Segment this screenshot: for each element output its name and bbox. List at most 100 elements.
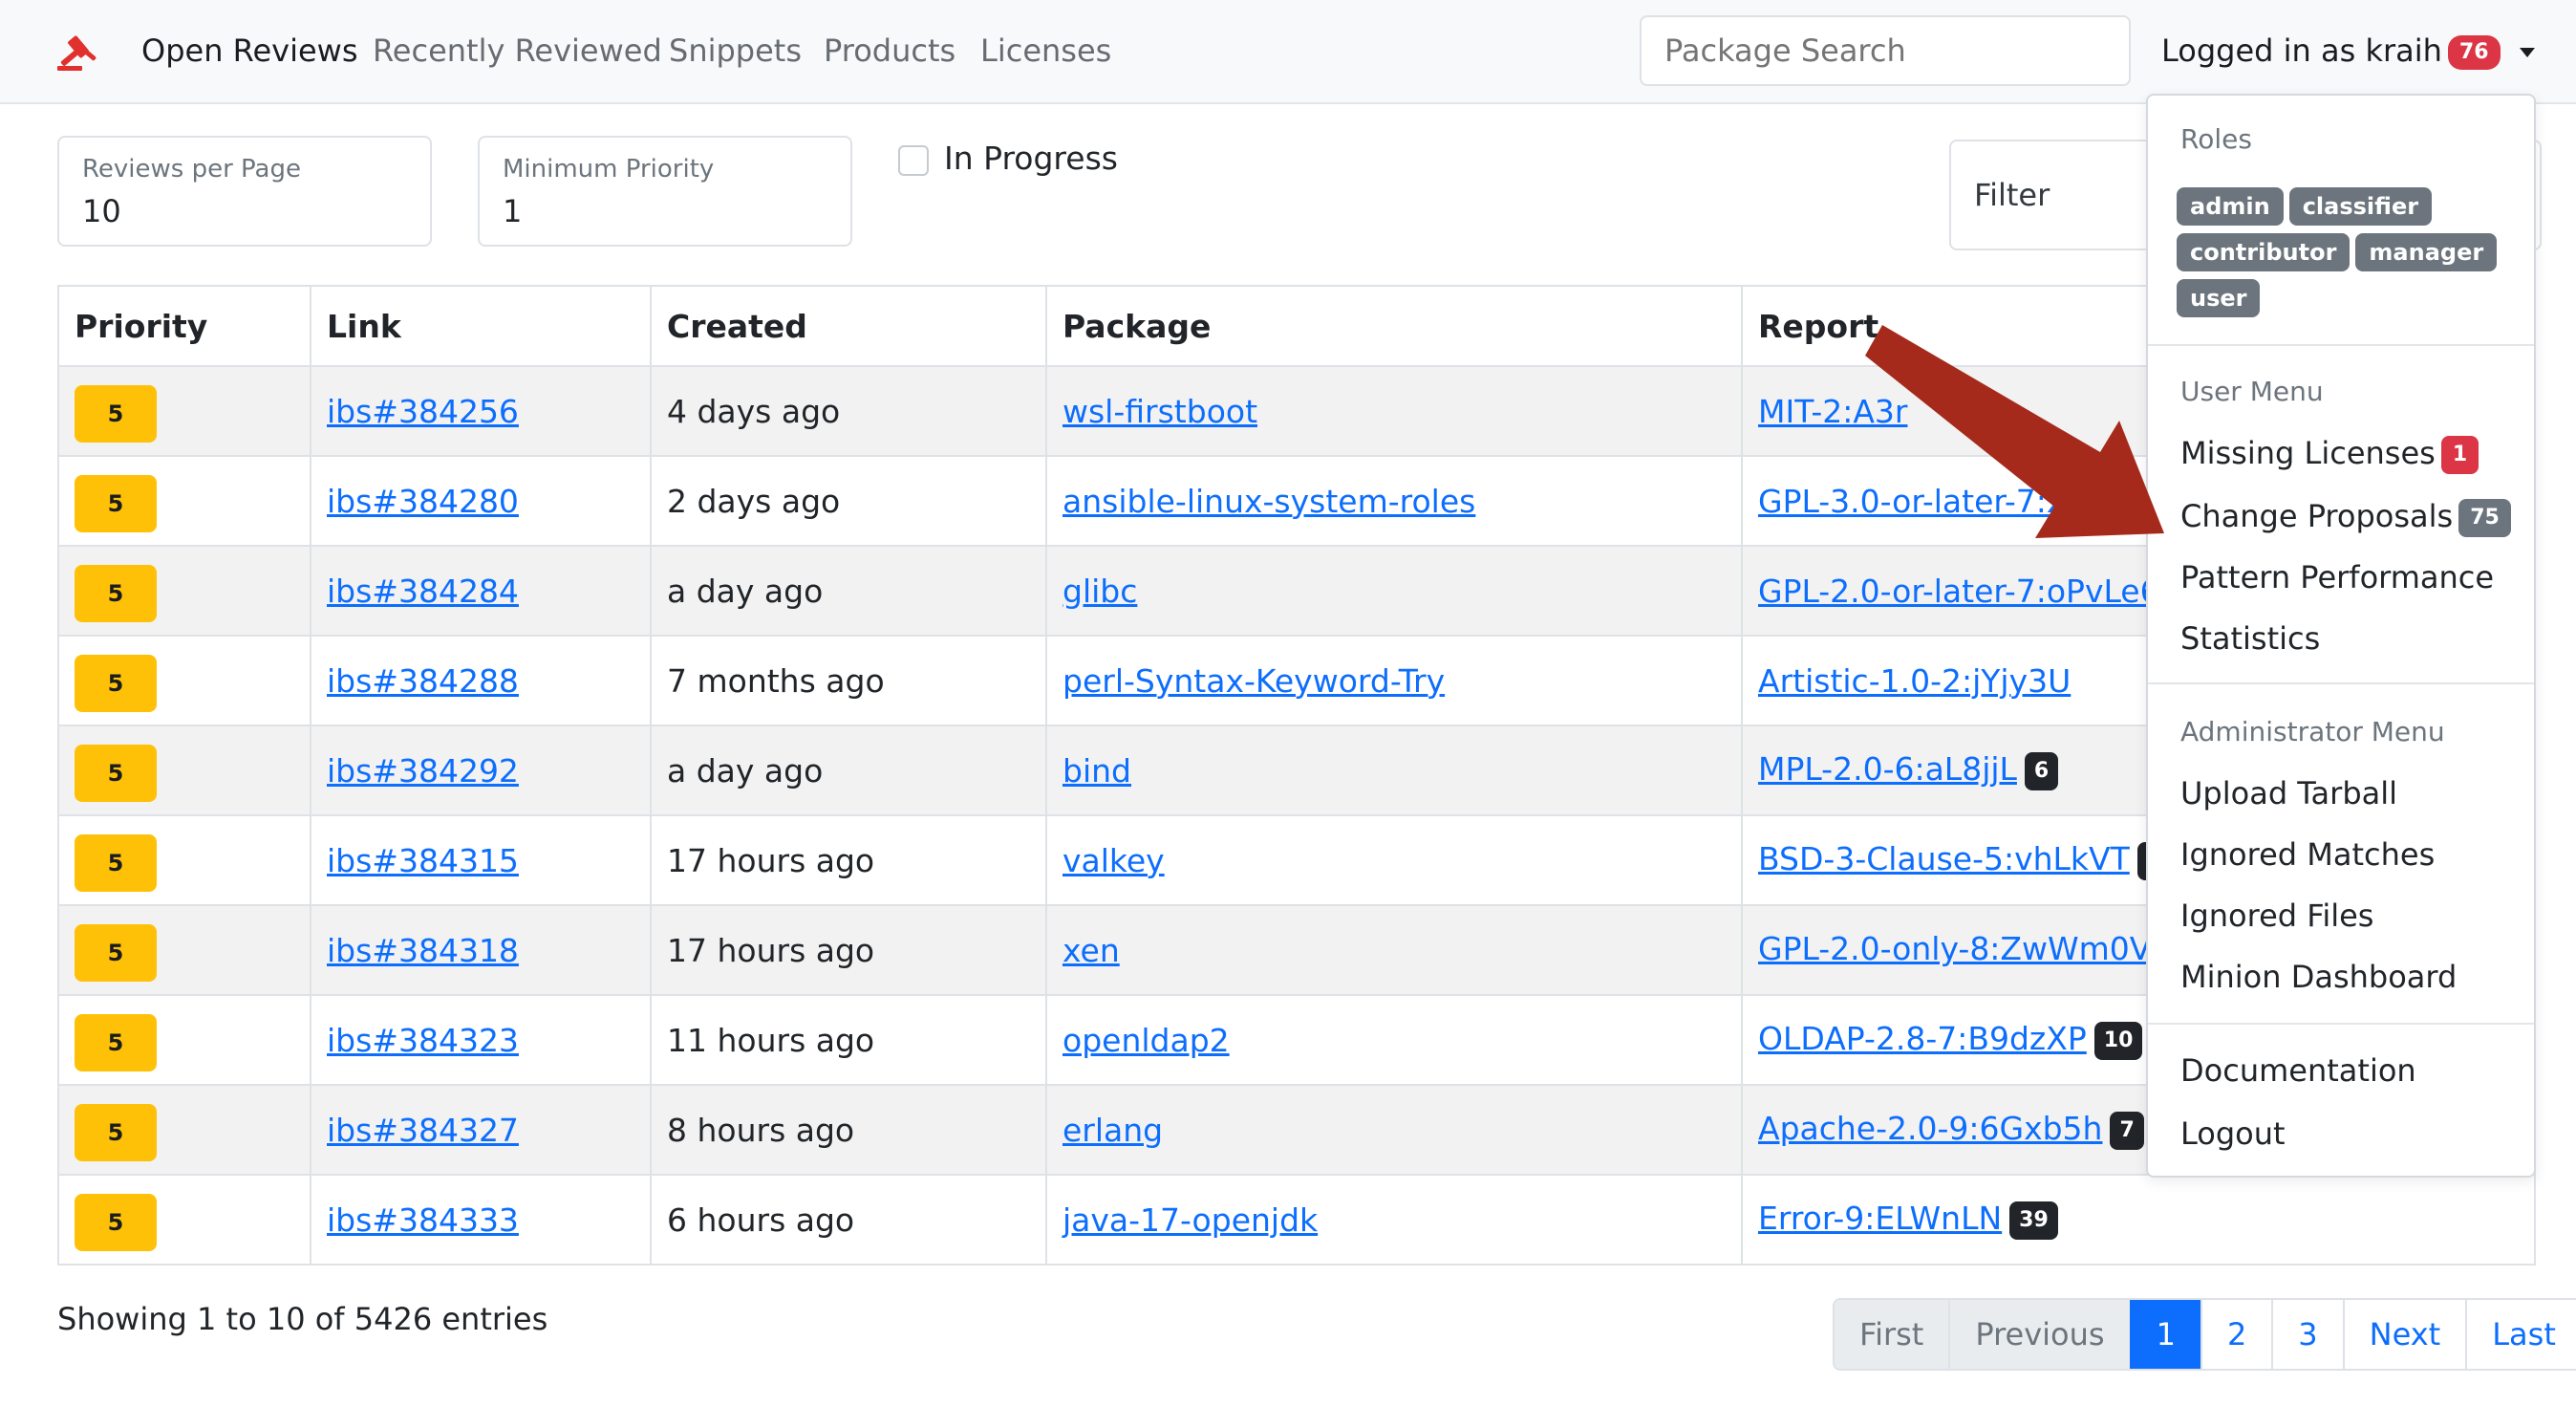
report-link[interactable]: OLDAP-2.8-7:B9dzXP bbox=[1758, 1020, 2087, 1057]
change-proposals-item[interactable]: Change Proposals 75 bbox=[2180, 493, 2511, 539]
link-cell: ibs#384284 bbox=[310, 545, 652, 637]
in-progress-checkbox[interactable] bbox=[898, 145, 929, 176]
review-link[interactable]: ibs#384318 bbox=[327, 932, 519, 969]
header-priority[interactable]: Priority bbox=[57, 285, 311, 367]
statistics-item[interactable]: Statistics bbox=[2180, 616, 2320, 661]
review-link[interactable]: ibs#384327 bbox=[327, 1112, 519, 1149]
priority-cell: 5 bbox=[57, 814, 311, 906]
link-cell: ibs#384256 bbox=[310, 365, 652, 457]
report-link[interactable]: Apache-2.0-9:6Gxb5h bbox=[1758, 1110, 2102, 1147]
report-link[interactable]: Error-9:ELWnLN bbox=[1758, 1200, 2002, 1237]
page-last[interactable]: Last bbox=[2465, 1300, 2576, 1369]
notification-badge: 76 bbox=[2447, 35, 2501, 70]
page-2[interactable]: 2 bbox=[2200, 1300, 2272, 1369]
link-cell: ibs#384333 bbox=[310, 1174, 652, 1266]
package-link[interactable]: valkey bbox=[1063, 842, 1165, 879]
package-link[interactable]: wsl-firstboot bbox=[1063, 393, 1257, 430]
review-link[interactable]: ibs#384333 bbox=[327, 1201, 519, 1239]
dropdown-divider bbox=[2148, 344, 2534, 346]
admin-menu-header: Administrator Menu bbox=[2180, 716, 2445, 747]
report-link[interactable]: GPL-2.0-or-later-7:oPvLe6 bbox=[1758, 573, 2160, 610]
role-badge: admin bbox=[2177, 187, 2284, 226]
nav-open-reviews[interactable]: Open Reviews bbox=[141, 30, 357, 72]
nav-products[interactable]: Products bbox=[824, 30, 955, 72]
minimum-priority-field[interactable]: Minimum Priority 1 bbox=[478, 136, 852, 247]
minion-dashboard-item[interactable]: Minion Dashboard bbox=[2180, 954, 2457, 1000]
navbar: Open Reviews Recently Reviewed Snippets … bbox=[0, 0, 2576, 104]
page-3[interactable]: 3 bbox=[2271, 1300, 2343, 1369]
review-link[interactable]: ibs#384288 bbox=[327, 662, 519, 700]
package-cell: erlang bbox=[1045, 1084, 1743, 1176]
header-link[interactable]: Link bbox=[310, 285, 652, 367]
ignored-matches-item[interactable]: Ignored Matches bbox=[2180, 832, 2435, 877]
nav-licenses[interactable]: Licenses bbox=[980, 30, 1111, 72]
package-link[interactable]: openldap2 bbox=[1063, 1022, 1230, 1059]
review-link[interactable]: ibs#384292 bbox=[327, 752, 519, 790]
package-link[interactable]: perl-Syntax-Keyword-Try bbox=[1063, 662, 1445, 700]
review-link[interactable]: ibs#384284 bbox=[327, 573, 519, 610]
header-created[interactable]: Created bbox=[650, 285, 1047, 367]
review-link[interactable]: ibs#384280 bbox=[327, 483, 519, 520]
page-1[interactable]: 1 bbox=[2129, 1300, 2200, 1369]
created-cell: 2 days ago bbox=[650, 455, 1047, 547]
page-previous[interactable]: Previous bbox=[1948, 1300, 2130, 1369]
package-cell: xen bbox=[1045, 904, 1743, 996]
gavel-icon[interactable] bbox=[55, 34, 99, 73]
link-cell: ibs#384315 bbox=[310, 814, 652, 906]
header-package[interactable]: Package bbox=[1045, 285, 1743, 367]
nav-snippets[interactable]: Snippets bbox=[669, 30, 802, 72]
annotation-arrow-icon bbox=[1865, 325, 2164, 538]
package-link[interactable]: xen bbox=[1063, 932, 1120, 969]
role-badge: user bbox=[2177, 279, 2261, 317]
priority-cell: 5 bbox=[57, 904, 311, 996]
logout-item[interactable]: Logout bbox=[2180, 1111, 2286, 1157]
dropdown-divider bbox=[2148, 682, 2534, 684]
priority-badge: 5 bbox=[75, 475, 157, 532]
in-progress-label[interactable]: In Progress bbox=[944, 138, 1118, 180]
priority-cell: 5 bbox=[57, 725, 311, 816]
package-cell: valkey bbox=[1045, 814, 1743, 906]
package-link[interactable]: glibc bbox=[1063, 573, 1137, 610]
priority-cell: 5 bbox=[57, 545, 311, 637]
report-count-badge: 7 bbox=[2110, 1111, 2144, 1150]
package-link[interactable]: bind bbox=[1063, 752, 1131, 790]
priority-cell: 5 bbox=[57, 635, 311, 726]
report-link[interactable]: Artistic-1.0-2:jYjy3U bbox=[1758, 662, 2071, 700]
nav-recently-reviewed[interactable]: Recently Reviewed bbox=[373, 30, 662, 72]
link-cell: ibs#384323 bbox=[310, 994, 652, 1086]
missing-licenses-badge: 1 bbox=[2440, 436, 2479, 474]
user-menu-toggle[interactable]: Logged in as kraih 76 bbox=[2161, 29, 2535, 73]
ignored-files-item[interactable]: Ignored Files bbox=[2180, 893, 2373, 939]
reviews-per-page-label: Reviews per Page bbox=[82, 155, 301, 184]
missing-licenses-item[interactable]: Missing Licenses 1 bbox=[2180, 430, 2479, 476]
upload-tarball-item[interactable]: Upload Tarball bbox=[2180, 770, 2397, 816]
report-link[interactable]: BSD-3-Clause-5:vhLkVT bbox=[1758, 840, 2130, 877]
package-cell: perl-Syntax-Keyword-Try bbox=[1045, 635, 1743, 726]
documentation-item[interactable]: Documentation bbox=[2180, 1048, 2416, 1093]
package-link[interactable]: java-17-openjdk bbox=[1063, 1201, 1318, 1239]
package-search-input[interactable] bbox=[1640, 15, 2131, 86]
priority-cell: 5 bbox=[57, 1084, 311, 1176]
page-next[interactable]: Next bbox=[2342, 1300, 2466, 1369]
missing-licenses-label: Missing Licenses bbox=[2180, 435, 2436, 471]
roles-header: Roles bbox=[2180, 123, 2252, 155]
review-link[interactable]: ibs#384323 bbox=[327, 1022, 519, 1059]
report-link[interactable]: GPL-2.0-only-8:ZwWm0V bbox=[1758, 930, 2151, 967]
change-proposals-label: Change Proposals bbox=[2180, 498, 2454, 534]
review-link[interactable]: ibs#384315 bbox=[327, 842, 519, 879]
review-link[interactable]: ibs#384256 bbox=[327, 393, 519, 430]
report-link[interactable]: MPL-2.0-6:aL8jjL bbox=[1758, 750, 2017, 788]
pattern-performance-item[interactable]: Pattern Performance bbox=[2180, 554, 2494, 600]
page-first[interactable]: First bbox=[1835, 1300, 1949, 1369]
package-link[interactable]: erlang bbox=[1063, 1112, 1163, 1149]
created-cell: 4 days ago bbox=[650, 365, 1047, 457]
package-link[interactable]: ansible-linux-system-roles bbox=[1063, 483, 1475, 520]
link-cell: ibs#384327 bbox=[310, 1084, 652, 1176]
user-label: Logged in as kraih bbox=[2161, 32, 2442, 69]
link-cell: ibs#384292 bbox=[310, 725, 652, 816]
minimum-priority-label: Minimum Priority bbox=[503, 155, 715, 184]
link-cell: ibs#384288 bbox=[310, 635, 652, 726]
reviews-per-page-field[interactable]: Reviews per Page 10 bbox=[57, 136, 432, 247]
package-cell: glibc bbox=[1045, 545, 1743, 637]
user-dropdown-menu: Roles admin classifier contributor manager u… bbox=[2146, 94, 2536, 1178]
